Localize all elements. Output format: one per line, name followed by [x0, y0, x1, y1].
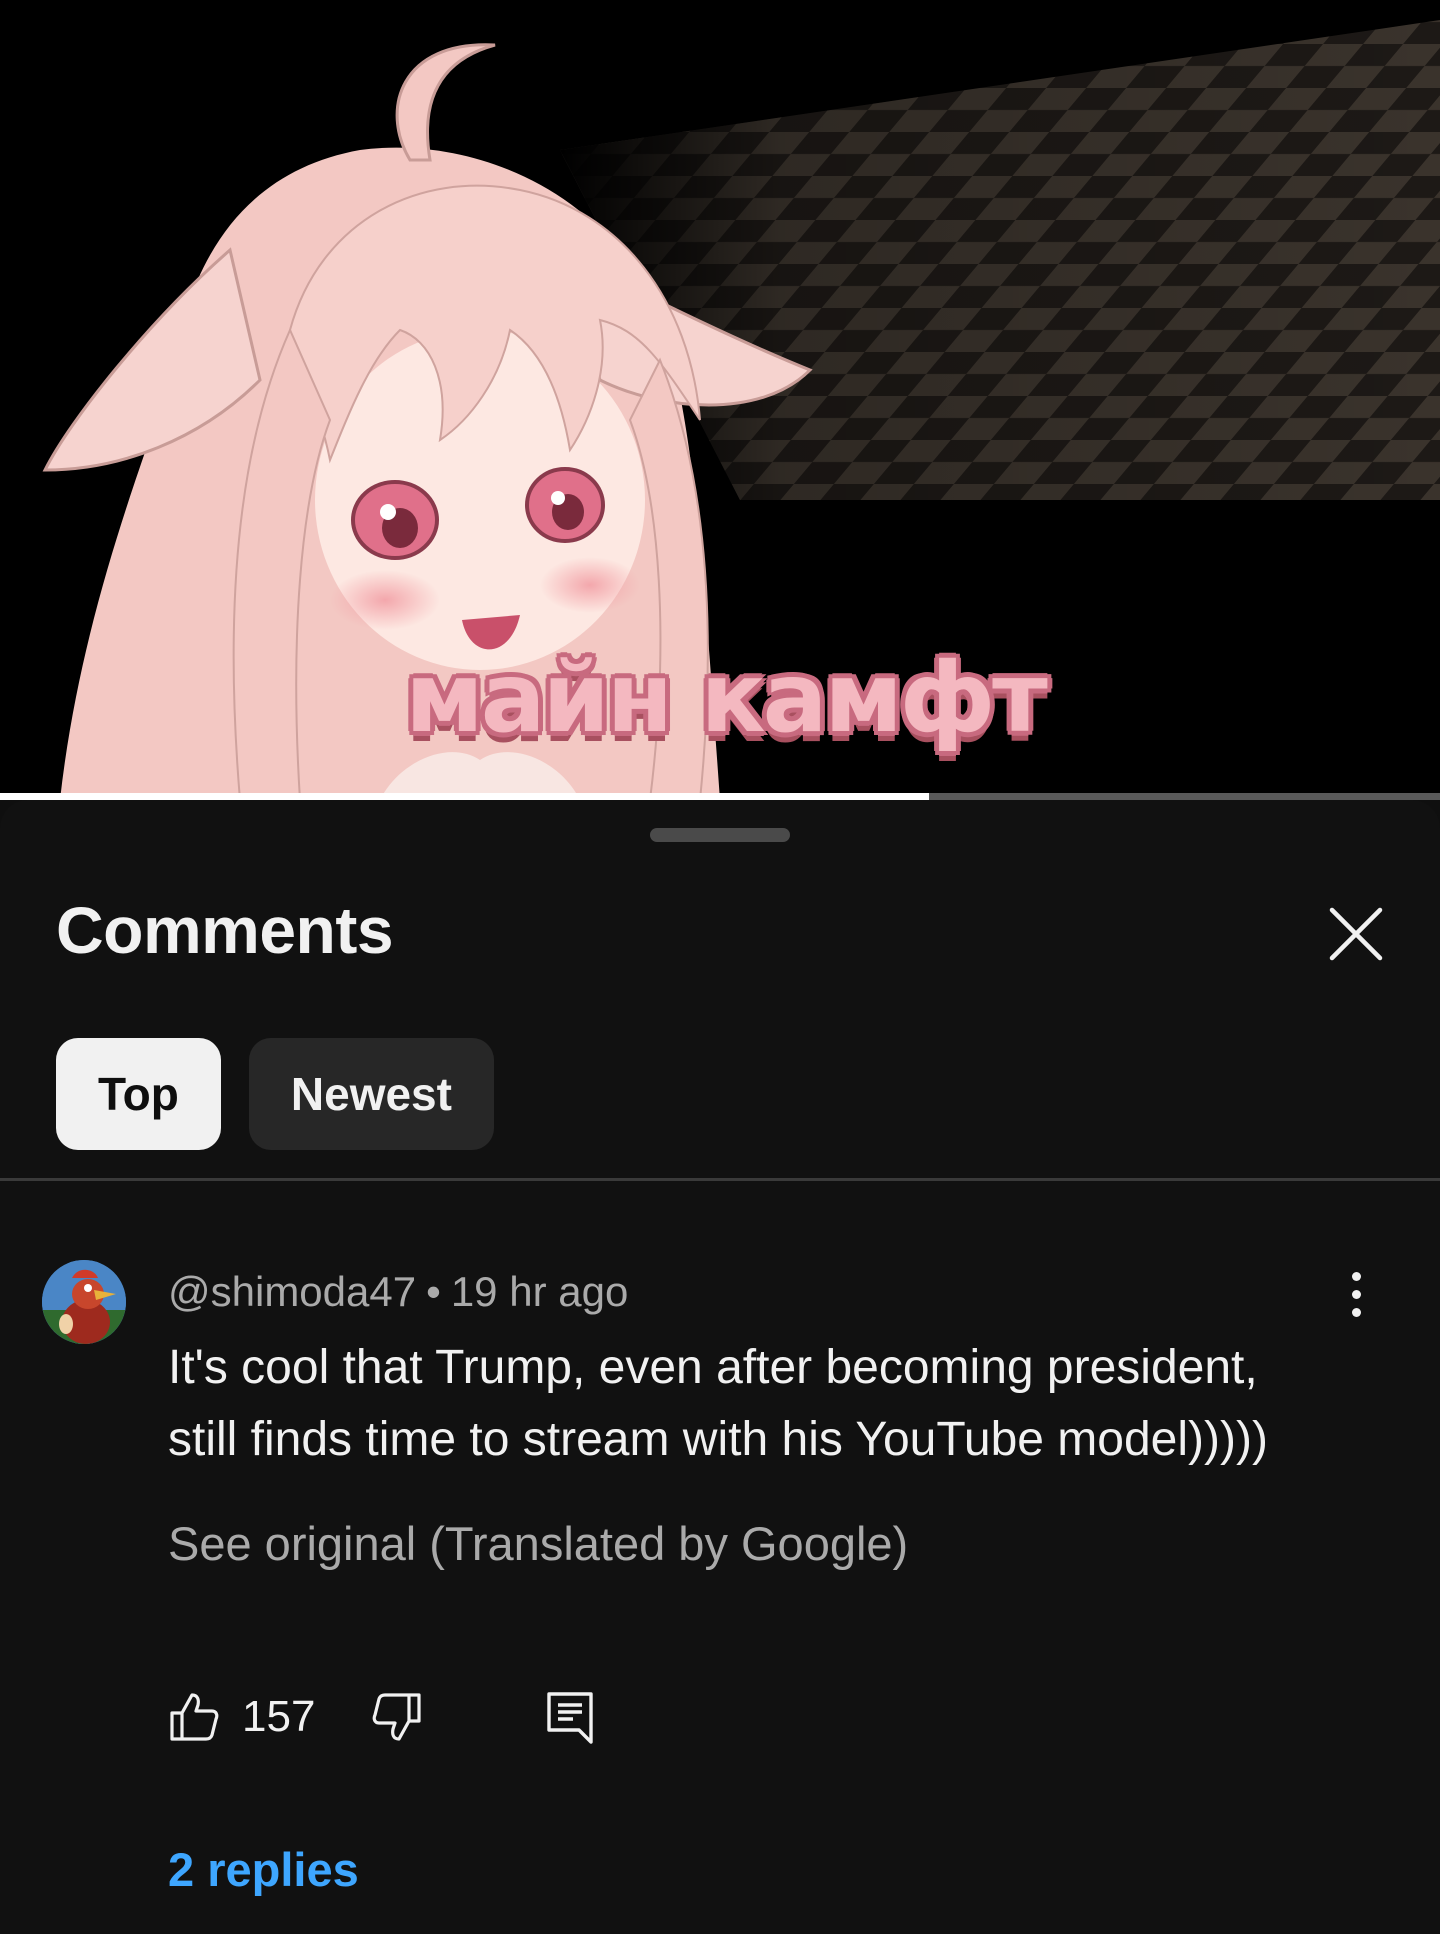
video-caption: майн камфт — [405, 642, 1048, 754]
comments-sheet: Comments Top Newest @shimoda47 • 19 hr ago — [0, 800, 1440, 1934]
dislike-button[interactable] — [371, 1691, 423, 1743]
divider — [0, 1178, 1440, 1181]
more-vert-icon-dot — [1351, 1307, 1361, 1317]
close-button[interactable] — [1318, 896, 1394, 972]
thumbs-up-icon — [170, 1693, 219, 1741]
video-progress-fill — [0, 793, 929, 800]
avatar[interactable] — [42, 1260, 126, 1344]
reply-button[interactable] — [545, 1690, 595, 1744]
reply-comment-icon — [547, 1692, 594, 1744]
meta-separator: • — [426, 1268, 441, 1315]
thumbs-down-icon — [373, 1693, 422, 1741]
replies-link[interactable]: 2 replies — [168, 1842, 359, 1897]
more-vert-icon — [1351, 1271, 1361, 1281]
more-vert-icon-dot — [1351, 1289, 1361, 1299]
sort-chip-top[interactable]: Top — [56, 1038, 221, 1150]
comment-time: 19 hr ago — [450, 1268, 629, 1315]
drag-handle[interactable] — [650, 828, 790, 842]
sort-chips: Top Newest — [56, 1038, 494, 1150]
like-count: 157 — [242, 1692, 316, 1741]
comment-actions: 157 — [168, 1682, 595, 1752]
more-options-button[interactable] — [1336, 1264, 1376, 1324]
panel-title: Comments — [56, 893, 394, 967]
video-progress-bar[interactable] — [0, 793, 1440, 800]
close-icon — [1329, 907, 1383, 961]
video-player[interactable]: майн камфт — [0, 0, 1440, 800]
comment-text: It's cool that Trump, even after becomin… — [168, 1341, 1268, 1466]
comment-author[interactable]: @shimoda47 — [168, 1268, 416, 1315]
comment-meta: @shimoda47 • 19 hr ago — [168, 1268, 628, 1316]
see-original-link[interactable]: See original (Translated by Google) — [168, 1516, 908, 1571]
avatar-image — [42, 1260, 126, 1344]
sort-chip-newest[interactable]: Newest — [248, 1038, 494, 1150]
like-button[interactable]: 157 — [168, 1691, 371, 1743]
